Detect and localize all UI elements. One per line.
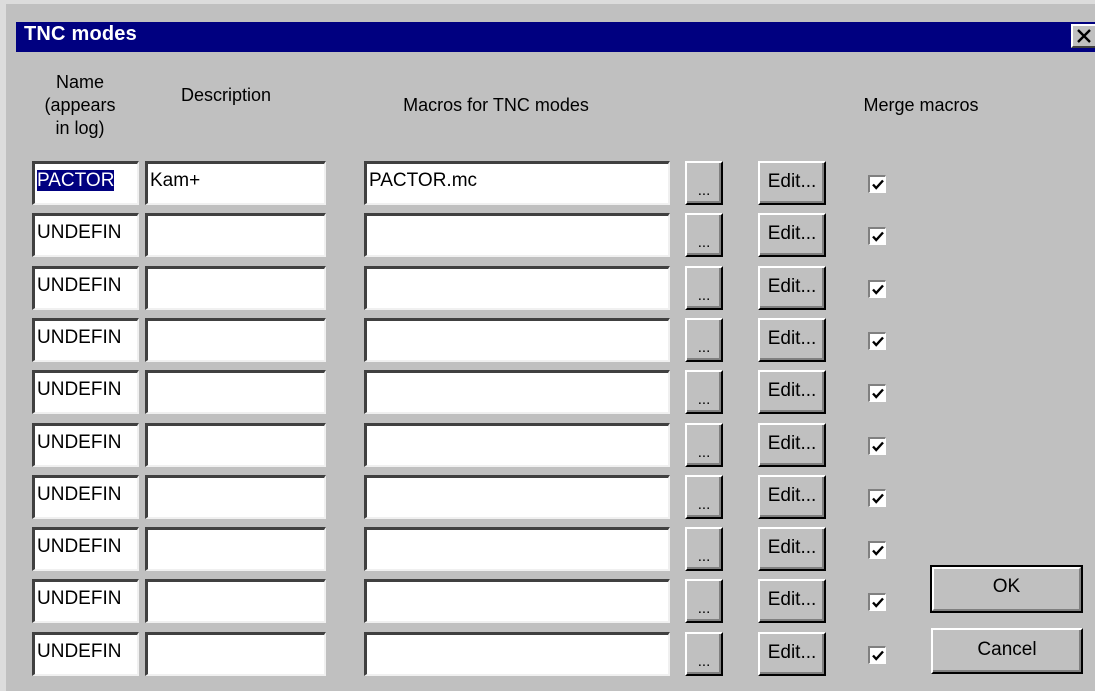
mode-name-value: UNDEFIN (37, 641, 122, 662)
mode-name-value: UNDEFIN (37, 432, 122, 453)
mode-name-field[interactable]: UNDEFIN (32, 579, 139, 623)
macro-file-value: PACTOR.mc (369, 170, 478, 191)
mode-description-field[interactable] (145, 423, 326, 467)
checkmark-icon (872, 231, 884, 242)
browse-macro-button[interactable]: ... (685, 318, 723, 362)
mode-name-value: UNDEFIN (37, 379, 122, 400)
merge-macros-checkbox[interactable] (868, 437, 886, 455)
dialog-title: TNC modes (24, 23, 137, 45)
ok-button-label: OK (932, 567, 1081, 611)
browse-macro-button[interactable]: ... (685, 527, 723, 571)
tnc-modes-dialog: TNC modes Name (appears in log) Descript… (0, 0, 1095, 691)
macro-file-field[interactable] (364, 527, 670, 571)
macro-file-field[interactable] (364, 318, 670, 362)
description-column-header: Description (180, 85, 272, 105)
mode-name-field[interactable]: UNDEFIN (32, 632, 139, 676)
mode-name-value: UNDEFIN (37, 536, 122, 557)
checkmark-icon (872, 179, 884, 190)
mode-description-field[interactable] (145, 475, 326, 519)
macro-file-field[interactable] (364, 475, 670, 519)
close-button[interactable] (1071, 24, 1095, 48)
merge-column-header: Merge macros (863, 95, 979, 115)
mode-description-field[interactable] (145, 213, 326, 257)
browse-macro-button[interactable]: ... (685, 213, 723, 257)
edit-macro-button[interactable]: Edit... (758, 423, 826, 467)
title-bar[interactable]: TNC modes (16, 22, 1095, 52)
mode-name-value: PACTOR (37, 170, 115, 191)
browse-macro-button[interactable]: ... (685, 370, 723, 414)
mode-name-value: UNDEFIN (37, 275, 122, 296)
mode-description-field[interactable] (145, 579, 326, 623)
mode-name-value: UNDEFIN (37, 327, 122, 348)
mode-name-value: UNDEFIN (37, 588, 122, 609)
close-icon (1077, 29, 1091, 43)
browse-macro-button[interactable]: ... (685, 632, 723, 676)
mode-name-value: UNDEFIN (37, 484, 122, 505)
ok-button[interactable]: OK (930, 565, 1083, 613)
edit-macro-button[interactable]: Edit... (758, 370, 826, 414)
merge-macros-checkbox[interactable] (868, 384, 886, 402)
merge-macros-checkbox[interactable] (868, 646, 886, 664)
browse-macro-button[interactable]: ... (685, 161, 723, 205)
merge-macros-checkbox[interactable] (868, 280, 886, 298)
edit-macro-button[interactable]: Edit... (758, 632, 826, 676)
checkmark-icon (872, 284, 884, 295)
cancel-button[interactable]: Cancel (931, 628, 1083, 674)
macro-file-field[interactable] (364, 632, 670, 676)
edit-macro-button[interactable]: Edit... (758, 475, 826, 519)
mode-name-field[interactable]: UNDEFIN (32, 423, 139, 467)
macro-file-field[interactable] (364, 266, 670, 310)
browse-macro-button[interactable]: ... (685, 266, 723, 310)
mode-description-field[interactable] (145, 632, 326, 676)
merge-macros-checkbox[interactable] (868, 227, 886, 245)
mode-description-field[interactable] (145, 318, 326, 362)
merge-macros-checkbox[interactable] (868, 332, 886, 350)
merge-macros-checkbox[interactable] (868, 175, 886, 193)
edit-macro-button[interactable]: Edit... (758, 318, 826, 362)
mode-description-value: Kam+ (150, 170, 201, 191)
macro-file-field[interactable] (364, 370, 670, 414)
mode-name-field[interactable]: UNDEFIN (32, 213, 139, 257)
mode-name-field[interactable]: UNDEFIN (32, 266, 139, 310)
checkmark-icon (872, 493, 884, 504)
checkmark-icon (872, 545, 884, 556)
edit-macro-button[interactable]: Edit... (758, 213, 826, 257)
mode-name-field[interactable]: UNDEFIN (32, 475, 139, 519)
mode-name-field[interactable]: UNDEFIN (32, 527, 139, 571)
checkmark-icon (872, 650, 884, 661)
browse-macro-button[interactable]: ... (685, 579, 723, 623)
browse-macro-button[interactable]: ... (685, 423, 723, 467)
mode-name-value: UNDEFIN (37, 222, 122, 243)
macro-file-field[interactable] (364, 213, 670, 257)
macro-file-field[interactable] (364, 579, 670, 623)
edit-macro-button[interactable]: Edit... (758, 579, 826, 623)
checkmark-icon (872, 336, 884, 347)
macro-file-field[interactable]: PACTOR.mc (364, 161, 670, 205)
edit-macro-button[interactable]: Edit... (758, 527, 826, 571)
mode-name-field[interactable]: PACTOR (32, 161, 139, 205)
browse-macro-button[interactable]: ... (685, 475, 723, 519)
edit-macro-button[interactable]: Edit... (758, 266, 826, 310)
name-column-header: Name (appears in log) (44, 72, 116, 138)
mode-description-field[interactable] (145, 266, 326, 310)
mode-description-field[interactable] (145, 370, 326, 414)
checkmark-icon (872, 388, 884, 399)
edit-macro-button[interactable]: Edit... (758, 161, 826, 205)
mode-name-field[interactable]: UNDEFIN (32, 370, 139, 414)
checkmark-icon (872, 441, 884, 452)
macro-file-field[interactable] (364, 423, 670, 467)
merge-macros-checkbox[interactable] (868, 489, 886, 507)
mode-description-field[interactable] (145, 527, 326, 571)
mode-description-field[interactable]: Kam+ (145, 161, 326, 205)
macros-column-header: Macros for TNC modes (403, 95, 589, 115)
merge-macros-checkbox[interactable] (868, 541, 886, 559)
mode-name-field[interactable]: UNDEFIN (32, 318, 139, 362)
checkmark-icon (872, 597, 884, 608)
merge-macros-checkbox[interactable] (868, 593, 886, 611)
